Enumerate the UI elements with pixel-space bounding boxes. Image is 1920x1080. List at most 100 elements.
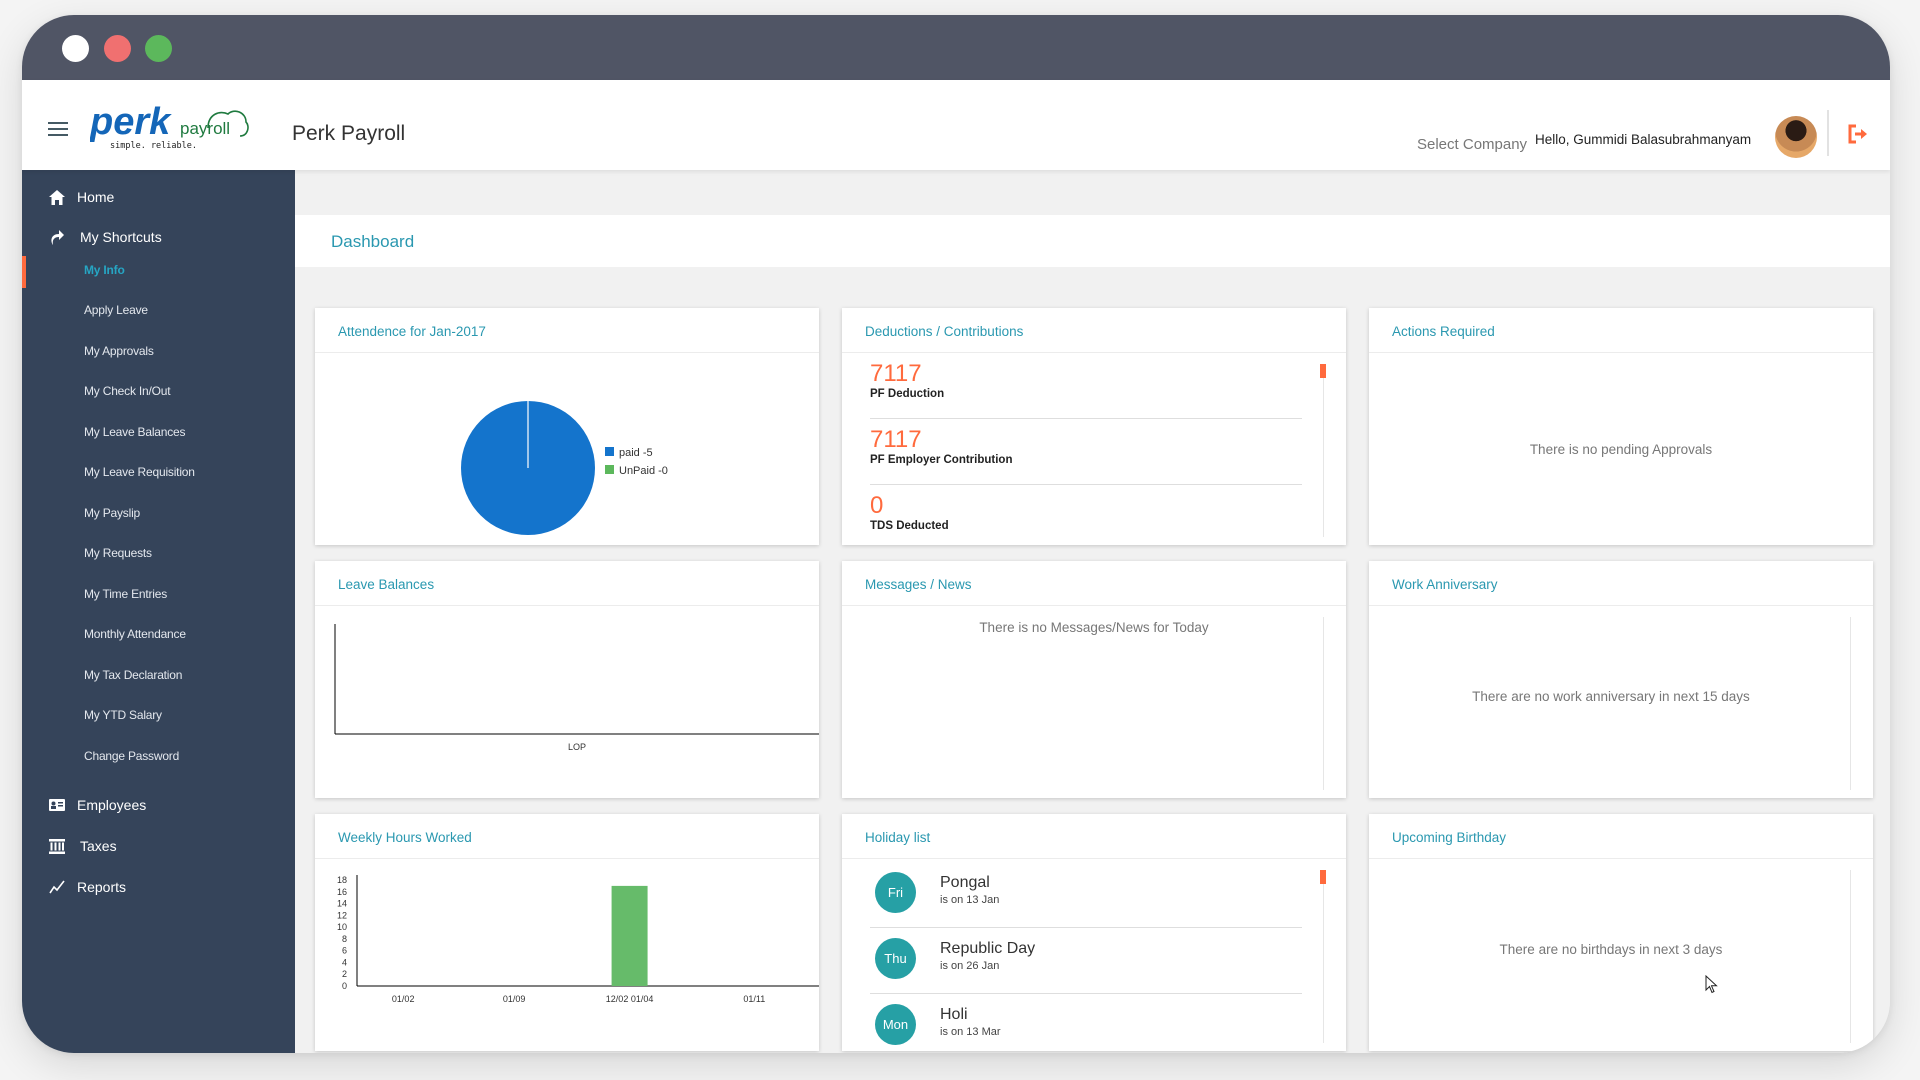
card-title: Attendence for Jan-2017	[338, 324, 486, 339]
y-tick-label: 12	[337, 910, 347, 920]
x-tick-label: 12/02 01/04	[606, 994, 654, 1004]
holiday-name: Republic Day	[940, 940, 1035, 958]
anniversary-scrollbar[interactable]	[1850, 617, 1851, 790]
perk-payroll-logo[interactable]: perk payroll simple. reliable.	[90, 104, 250, 152]
y-tick-label: 8	[342, 934, 347, 944]
sidebar-subitem-label: My Leave Requisition	[84, 465, 195, 479]
home-icon	[48, 188, 66, 206]
card-divider	[1369, 858, 1873, 859]
select-company-dropdown[interactable]: Select Company	[1417, 136, 1527, 153]
sidebar-item-taxes[interactable]: Taxes	[22, 831, 295, 861]
card-title: Upcoming Birthday	[1392, 830, 1506, 845]
holiday-day-badge: Fri	[875, 872, 916, 913]
deduction-value: 7117	[870, 427, 1302, 453]
work-anniversary-card: Work Anniversary There are no work anniv…	[1369, 561, 1873, 798]
card-title: Deductions / Contributions	[865, 324, 1023, 339]
sidebar-item-label: Home	[77, 189, 114, 205]
sign-out-icon[interactable]	[1847, 123, 1869, 145]
holiday-day-badge: Thu	[875, 938, 916, 979]
messages-news-card: Messages / News There is no Messages/New…	[842, 561, 1346, 798]
y-tick-label: 0	[342, 981, 347, 991]
user-greeting: Hello, Gummidi Balasubrahmanyam	[1535, 132, 1751, 147]
sidebar-item-my-shortcuts[interactable]: My Shortcuts	[22, 222, 295, 252]
page-header: Dashboard	[295, 215, 1890, 267]
window-maximize-button[interactable]	[145, 35, 172, 62]
sidebar-subitem-my-requests[interactable]: My Requests	[22, 541, 295, 567]
sidebar-subitem-my-time-entries[interactable]: My Time Entries	[22, 582, 295, 608]
sidebar-item-employees[interactable]: Employees	[22, 790, 295, 820]
weekly-hours-card: Weekly Hours Worked 02468101214161801/02…	[315, 814, 819, 1051]
card-title: Holiday list	[865, 830, 930, 845]
id-card-icon	[48, 796, 66, 814]
sidebar-subitem-label: My Approvals	[84, 344, 154, 358]
sidebar-subitem-my-payslip[interactable]: My Payslip	[22, 501, 295, 527]
sidebar-subitem-my-info[interactable]: My Info	[22, 258, 295, 284]
window-minimize-button[interactable]	[104, 35, 131, 62]
sidebar-item-reports[interactable]: Reports	[22, 872, 295, 902]
sidebar-subitem-change-password[interactable]: Change Password	[22, 744, 295, 770]
card-divider	[842, 352, 1346, 353]
page-title: Dashboard	[331, 232, 414, 252]
sidebar-subitem-label: My YTD Salary	[84, 708, 162, 722]
x-tick-label: 01/11	[743, 994, 765, 1004]
hamburger-menu-icon[interactable]	[48, 122, 68, 136]
logo-subword: payroll	[180, 119, 230, 138]
deductions-card: Deductions / Contributions 7117 PF Deduc…	[842, 308, 1346, 545]
sidebar-subitem-label: My Requests	[84, 546, 152, 560]
x-tick-label: 01/02	[392, 994, 415, 1004]
card-title: Weekly Hours Worked	[338, 830, 472, 845]
x-tick-label: LOP	[568, 742, 586, 752]
sidebar-item-label: Reports	[77, 879, 126, 895]
bar	[612, 886, 648, 986]
holiday-scrollbar[interactable]	[1323, 870, 1324, 1043]
y-tick-label: 2	[342, 969, 347, 979]
holiday-item: Thu Republic Day is on 26 Jan	[870, 938, 1302, 1004]
messages-scrollbar[interactable]	[1323, 617, 1324, 790]
sidebar-subitem-my-tax-declaration[interactable]: My Tax Declaration	[22, 663, 295, 689]
card-divider	[1369, 352, 1873, 353]
sidebar-subitem-my-leave-requisition[interactable]: My Leave Requisition	[22, 460, 295, 486]
deduction-row: 7117 PF Deduction	[870, 361, 1302, 400]
sidebar-item-home[interactable]: Home	[22, 182, 295, 212]
holiday-name: Holi	[940, 1006, 968, 1024]
attendance-card: Attendence for Jan-2017 paid -5 UnPaid -0	[315, 308, 819, 545]
y-tick-label: 16	[337, 887, 347, 897]
holiday-item: Fri Pongal is on 13 Jan	[870, 872, 1302, 938]
window-close-button[interactable]	[62, 35, 89, 62]
card-title: Work Anniversary	[1392, 577, 1498, 592]
attendance-pie-chart: paid -5 UnPaid -0	[315, 353, 819, 545]
weekly-hours-chart: 02468101214161801/0201/0912/02 01/0401/1…	[315, 859, 819, 1051]
user-avatar[interactable]	[1775, 116, 1817, 158]
sidebar-subitem-label: My Time Entries	[84, 587, 167, 601]
holiday-date: is on 26 Jan	[940, 960, 999, 972]
app-window: perk payroll simple. reliable. Perk Payr…	[22, 15, 1890, 1053]
deduction-value: 7117	[870, 361, 1302, 387]
row-divider	[870, 993, 1302, 994]
sidebar-subitem-my-check-in-out[interactable]: My Check In/Out	[22, 379, 295, 405]
sidebar-subitem-label: My Tax Declaration	[84, 668, 182, 682]
sidebar-subitem-monthly-attendance[interactable]: Monthly Attendance	[22, 622, 295, 648]
sidebar-subitem-my-approvals[interactable]: My Approvals	[22, 339, 295, 365]
y-tick-label: 4	[342, 957, 347, 967]
deduction-row: 0 TDS Deducted	[870, 493, 1302, 532]
sidebar-subitem-my-ytd-salary[interactable]: My YTD Salary	[22, 703, 295, 729]
row-divider	[870, 484, 1302, 485]
card-title: Messages / News	[865, 577, 972, 592]
deduction-label: PF Employer Contribution	[870, 454, 1302, 466]
deductions-scrollbar[interactable]	[1323, 364, 1324, 537]
sidebar-subitem-label: My Payslip	[84, 506, 140, 520]
sidebar-subitem-label: Apply Leave	[84, 303, 148, 317]
x-tick-label: 01/09	[503, 994, 526, 1004]
empty-message: There are no birthdays in next 3 days	[1369, 942, 1853, 957]
birthday-scrollbar[interactable]	[1850, 870, 1851, 1043]
sidebar-subitem-my-leave-balances[interactable]: My Leave Balances	[22, 420, 295, 446]
leave-balances-chart: LOP	[315, 606, 819, 798]
deduction-label: PF Deduction	[870, 388, 1302, 400]
legend-label: UnPaid -0	[619, 465, 668, 477]
legend-label: paid -5	[619, 447, 653, 459]
holiday-list-card: Holiday list Fri Pongal is on 13 Jan Thu…	[842, 814, 1346, 1051]
row-divider	[870, 418, 1302, 419]
card-title: Leave Balances	[338, 577, 434, 592]
sidebar-subitem-apply-leave[interactable]: Apply Leave	[22, 298, 295, 324]
row-divider	[870, 927, 1302, 928]
